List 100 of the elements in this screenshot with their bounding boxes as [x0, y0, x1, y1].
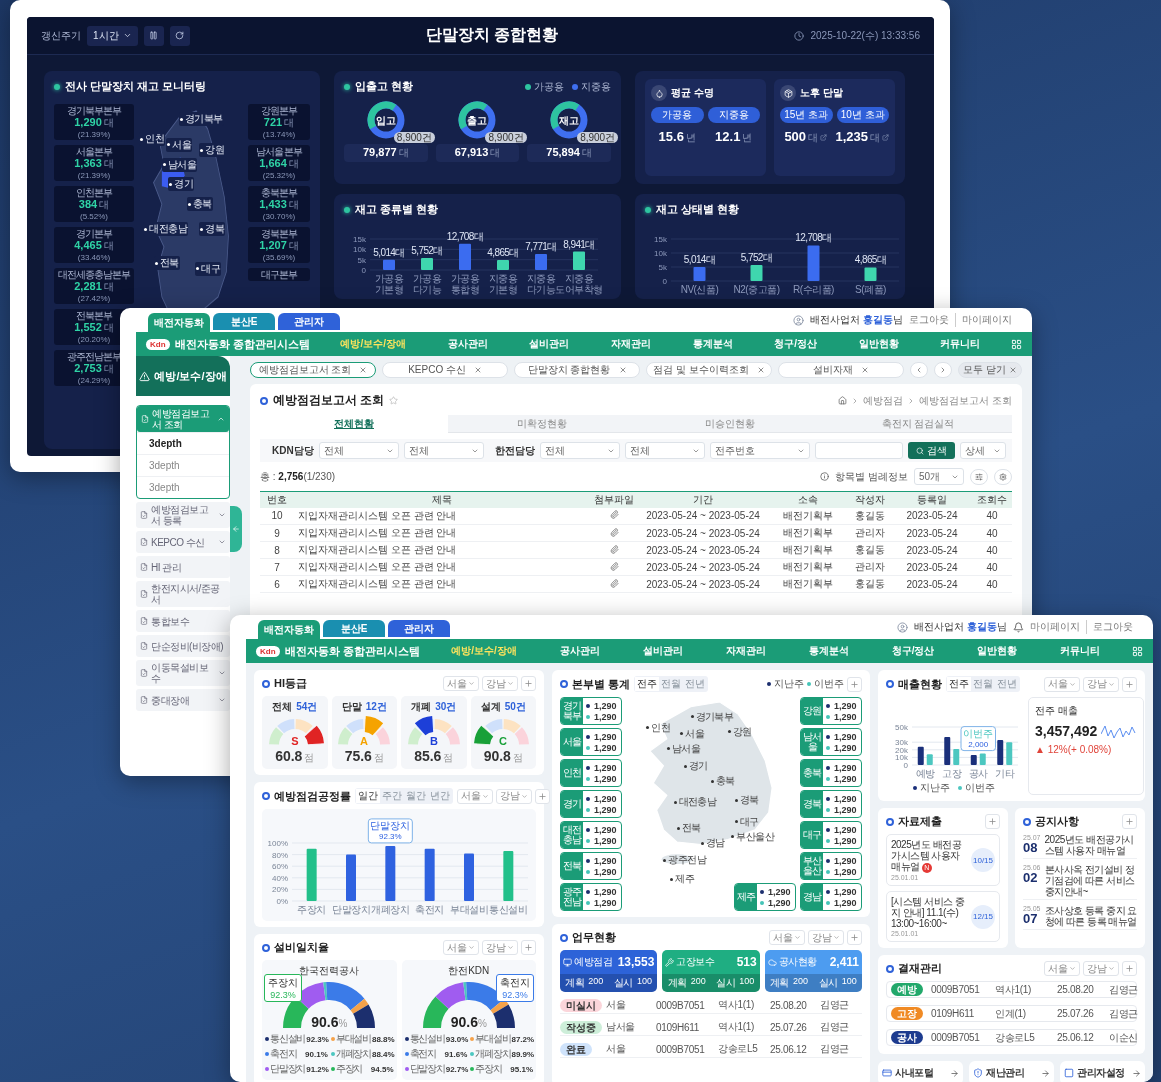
- sidebar-item[interactable]: KEPCO 수신: [136, 531, 230, 553]
- select-field[interactable]: 전체: [403, 442, 484, 459]
- period-tab[interactable]: 전월: [659, 677, 684, 691]
- add-button[interactable]: [1122, 814, 1137, 829]
- system-tab[interactable]: 배전자동화: [148, 313, 210, 332]
- period-tab[interactable]: 전년: [995, 677, 1019, 691]
- menu-item[interactable]: 예방/보수/장애: [451, 644, 517, 658]
- refresh-button[interactable]: [169, 25, 190, 46]
- close-all-button[interactable]: 모두 닫기: [958, 362, 1022, 378]
- header-link[interactable]: 마이페이지: [1030, 620, 1086, 634]
- sub-tab[interactable]: 미확정현황: [448, 415, 636, 433]
- grid-menu-icon[interactable]: [1132, 645, 1143, 657]
- menu-item[interactable]: 일반현황: [858, 337, 899, 351]
- menu-item[interactable]: 공사관리: [447, 337, 488, 351]
- select-field[interactable]: 전주번호: [709, 442, 810, 459]
- select-field[interactable]: 전체: [624, 442, 705, 459]
- system-tab[interactable]: 분산E: [323, 620, 385, 637]
- settings-button[interactable]: [994, 468, 1012, 485]
- bell-icon[interactable]: [1013, 621, 1024, 633]
- select-field[interactable]: 서울: [1044, 961, 1080, 976]
- menu-item[interactable]: 일반현황: [977, 644, 1018, 658]
- sidebar-item[interactable]: 이동목설비보수: [136, 660, 230, 686]
- menu-item[interactable]: 커뮤니티: [940, 337, 981, 351]
- sidebar-item[interactable]: 한전지시서/준공서: [136, 581, 230, 607]
- interval-select[interactable]: 1시간: [87, 25, 138, 46]
- select-field[interactable]: 서울: [769, 930, 805, 945]
- select-field[interactable]: 서울: [443, 940, 479, 955]
- system-tab[interactable]: 배전자동화: [258, 620, 320, 639]
- sidebar-subitem[interactable]: 3depth: [137, 432, 229, 454]
- period-tab[interactable]: 전주: [947, 677, 971, 691]
- sidebar-item[interactable]: 예방점검보고서 조회: [137, 406, 229, 432]
- add-button[interactable]: [535, 788, 550, 804]
- page-tab[interactable]: 단말장치 종합현황: [514, 362, 641, 378]
- period-tab[interactable]: 전년: [683, 677, 708, 691]
- select-field[interactable]: 서울: [457, 788, 493, 804]
- select-field[interactable]: 강남: [496, 788, 532, 804]
- system-tab[interactable]: 분산E: [213, 313, 275, 330]
- menu-item[interactable]: 커뮤니티: [1060, 644, 1101, 658]
- menu-item[interactable]: 예방/보수/장애: [340, 337, 406, 351]
- grid-menu-icon[interactable]: [1011, 338, 1022, 350]
- menu-item[interactable]: 통계분석: [808, 644, 849, 658]
- add-button[interactable]: [521, 676, 536, 691]
- filter-button[interactable]: [970, 468, 988, 485]
- select-field[interactable]: 전체: [539, 442, 620, 459]
- sidebar-item[interactable]: 통합보수: [136, 610, 230, 632]
- menu-item[interactable]: 설비관리: [642, 644, 683, 658]
- sidebar-subitem[interactable]: 3depth: [137, 476, 229, 498]
- quick-link[interactable]: 사내포털: [878, 1061, 963, 1082]
- header-link[interactable]: 로그아웃: [909, 313, 955, 327]
- detail-select[interactable]: 상세: [960, 442, 1006, 459]
- notice-link[interactable]: 본사사옥 전기설비 정기점검에 따른 서비스 중지안내~: [1044, 864, 1137, 897]
- period-tab[interactable]: 전주: [635, 677, 660, 691]
- period-tab[interactable]: 년간: [428, 789, 452, 803]
- menu-item[interactable]: 공사관리: [559, 644, 600, 658]
- breadcrumb-item[interactable]: 예방점검보고서 조회: [919, 393, 1012, 408]
- menu-item[interactable]: 설비관리: [529, 337, 570, 351]
- sidebar-subitem[interactable]: 3depth: [137, 454, 229, 476]
- add-button[interactable]: [521, 940, 536, 955]
- menu-item[interactable]: 자재관리: [725, 644, 766, 658]
- system-tab[interactable]: 관리자: [388, 620, 450, 637]
- menu-item[interactable]: 청구/정산: [774, 337, 817, 351]
- select-field[interactable]: 강남: [1083, 961, 1119, 976]
- period-tab[interactable]: 월간: [404, 789, 428, 803]
- notice-link[interactable]: 2025년도 배전공가시스템 사용자 매뉴얼: [1044, 834, 1137, 856]
- menu-item[interactable]: 자재관리: [610, 337, 651, 351]
- page-tab[interactable]: 예방점검보고서 조회: [250, 362, 377, 378]
- sidebar-item[interactable]: 중대장애: [136, 689, 230, 711]
- menu-item[interactable]: 통계분석: [692, 337, 733, 351]
- select-field[interactable]: 강남: [482, 676, 518, 691]
- period-tab[interactable]: 전월: [971, 677, 995, 691]
- add-button[interactable]: [847, 930, 862, 945]
- select-field[interactable]: 서울: [1044, 676, 1080, 692]
- prev-button[interactable]: [910, 362, 929, 378]
- select-field[interactable]: 전체: [318, 442, 399, 459]
- add-button[interactable]: [1122, 676, 1137, 692]
- sub-tab[interactable]: 축전지 점검실적: [824, 415, 1012, 433]
- quick-link[interactable]: 재난관리: [969, 1061, 1054, 1082]
- select-field[interactable]: 강남: [1083, 676, 1119, 692]
- header-link[interactable]: 마이페이지: [955, 313, 1018, 327]
- page-tab[interactable]: KEPCO 수신: [382, 362, 509, 378]
- next-button[interactable]: [934, 362, 953, 378]
- period-tab[interactable]: 주간: [380, 789, 404, 803]
- text-field[interactable]: [814, 442, 903, 459]
- add-button[interactable]: [847, 676, 862, 692]
- period-tab[interactable]: 일간: [356, 789, 380, 803]
- page-tab[interactable]: 점검 및 보수이력조회: [646, 362, 773, 378]
- select-field[interactable]: 서울: [443, 676, 479, 691]
- header-link[interactable]: 로그아웃: [1086, 620, 1139, 634]
- menu-item[interactable]: 청구/정산: [891, 644, 935, 658]
- sidebar-item[interactable]: 단순정비(비장애): [136, 635, 230, 657]
- page-tab[interactable]: 설비자재: [778, 362, 905, 378]
- add-button[interactable]: [985, 814, 1000, 829]
- pause-button[interactable]: [143, 25, 164, 46]
- quick-link[interactable]: 관리자설정: [1060, 1061, 1145, 1082]
- collapse-button[interactable]: [230, 506, 242, 552]
- add-button[interactable]: [1122, 961, 1137, 976]
- search-button[interactable]: 검색: [908, 442, 955, 459]
- sidebar-item[interactable]: 예방점검보고서 등록: [136, 502, 230, 528]
- sidebar-item[interactable]: HI 관리: [136, 556, 230, 578]
- system-tab[interactable]: 관리자: [278, 313, 340, 330]
